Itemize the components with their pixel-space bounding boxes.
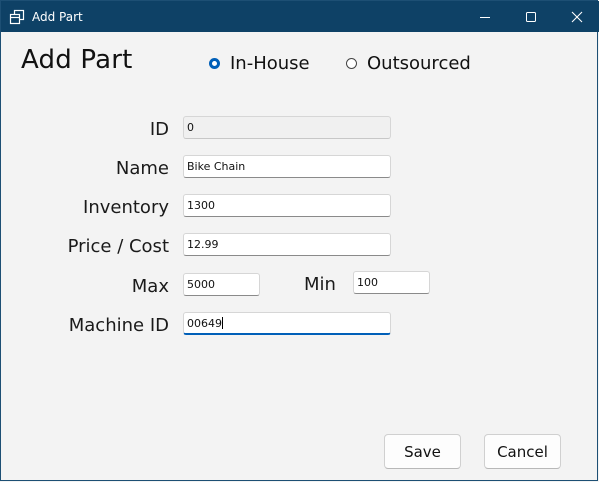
add-part-window: Add Part Add Part In-House Outsourced ID… — [0, 0, 599, 481]
machine-id-field[interactable]: 00649 — [183, 312, 391, 335]
id-label: ID — [149, 119, 169, 140]
price-label: Price / Cost — [67, 236, 169, 257]
minimize-button[interactable] — [462, 1, 508, 32]
min-field[interactable]: 100 — [353, 271, 430, 294]
save-button[interactable]: Save — [384, 434, 461, 469]
min-label: Min — [304, 274, 336, 295]
minimize-icon — [480, 16, 490, 18]
text-caret — [222, 317, 223, 329]
maximize-icon — [526, 11, 536, 22]
radio-checked-icon — [209, 58, 220, 69]
window-title: Add Part — [32, 10, 83, 24]
inhouse-radio[interactable]: In-House — [209, 53, 310, 74]
title-bar[interactable]: Add Part — [1, 1, 599, 32]
inventory-field[interactable]: 1300 — [183, 194, 391, 217]
max-label: Max — [131, 276, 169, 297]
window-app-icon — [9, 9, 25, 25]
id-field[interactable]: 0 — [183, 116, 391, 139]
close-icon — [571, 11, 583, 22]
close-button[interactable] — [554, 1, 599, 32]
name-field[interactable]: Bike Chain — [183, 155, 391, 178]
price-field[interactable]: 12.99 — [183, 233, 391, 256]
inhouse-radio-label: In-House — [230, 53, 310, 74]
machine-id-label: Machine ID — [68, 315, 169, 336]
machine-id-value: 00649 — [187, 317, 222, 330]
max-field[interactable]: 5000 — [183, 273, 260, 296]
name-label: Name — [115, 158, 169, 179]
radio-unchecked-icon — [346, 58, 357, 69]
inventory-label: Inventory — [83, 197, 169, 218]
maximize-button[interactable] — [508, 1, 554, 32]
outsourced-radio-label: Outsourced — [367, 53, 471, 74]
cancel-button[interactable]: Cancel — [484, 434, 561, 469]
page-title: Add Part — [21, 45, 133, 75]
outsourced-radio[interactable]: Outsourced — [346, 53, 471, 74]
